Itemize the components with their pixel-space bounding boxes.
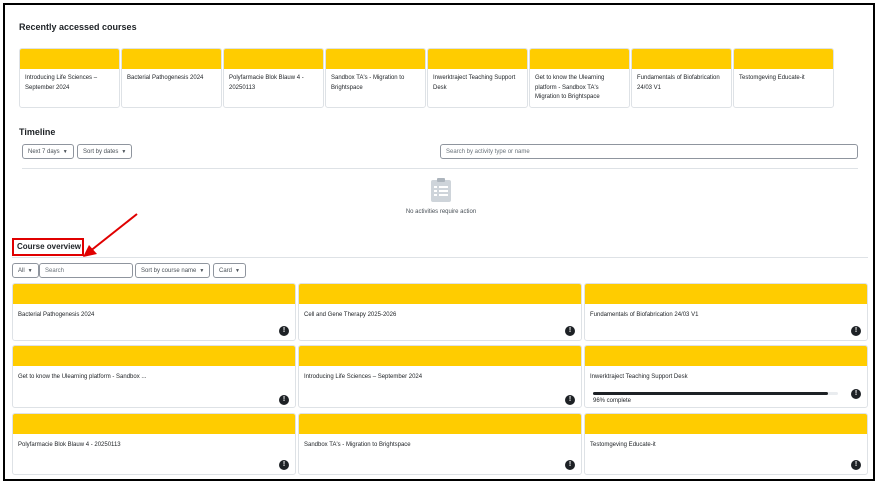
course-actions-icon[interactable]: ! — [851, 389, 861, 399]
recent-course-card[interactable]: Polyfarmacie Blok Blauw 4 - 20250113 — [223, 48, 324, 108]
course-image-band — [428, 49, 527, 69]
course-overview-highlight: Course overview — [12, 238, 84, 256]
course-card-title[interactable]: Sandbox TA's - Migration to Brightspace — [304, 442, 411, 448]
recent-courses-heading: Recently accessed courses — [19, 22, 137, 32]
course-card-title[interactable]: Bacterial Pathogenesis 2024 — [18, 312, 94, 318]
course-image-band — [326, 49, 425, 69]
overview-search-input[interactable]: Search — [39, 263, 133, 278]
timeline-filter-label: Next 7 days — [28, 148, 60, 155]
recent-course-title[interactable]: Inwerktraject Teaching Support Desk — [428, 69, 527, 93]
overview-filter-dropdown[interactable]: All ▼ — [12, 263, 39, 278]
progress-label: 96% complete — [593, 398, 632, 404]
overview-view-dropdown[interactable]: Card ▼ — [213, 263, 246, 278]
timeline-divider — [22, 168, 858, 169]
recent-course-title[interactable]: Sandbox TA's - Migration to Brightspace — [326, 69, 425, 93]
course-actions-icon[interactable]: ! — [279, 395, 289, 405]
course-image-band — [224, 49, 323, 69]
course-card[interactable]: Inwerktraject Teaching Support Desk 96% … — [584, 345, 868, 408]
course-actions-icon[interactable]: ! — [565, 460, 575, 470]
course-actions-icon[interactable]: ! — [279, 326, 289, 336]
course-image-band — [585, 284, 867, 304]
course-image-band — [585, 346, 867, 366]
chevron-down-icon: ▼ — [121, 148, 127, 155]
chevron-down-icon: ▼ — [27, 267, 33, 274]
course-image-band — [632, 49, 731, 69]
recent-course-card[interactable]: Fundamentals of Biofabrication 24/03 V1 — [631, 48, 732, 108]
timeline-sort-label: Sort by dates — [83, 148, 119, 155]
overview-view-label: Card — [219, 267, 233, 274]
timeline-heading: Timeline — [19, 127, 56, 137]
recent-course-title[interactable]: Polyfarmacie Blok Blauw 4 - 20250113 — [224, 69, 323, 93]
timeline-filter-dropdown[interactable]: Next 7 days ▼ — [22, 144, 74, 159]
course-image-band — [299, 284, 581, 304]
chevron-down-icon: ▼ — [235, 267, 240, 274]
course-overview-heading: Course overview — [17, 242, 82, 251]
progress-bar — [593, 392, 838, 395]
recent-course-card[interactable]: Testomgeving Educate-it — [733, 48, 834, 108]
course-card-title[interactable]: Fundamentals of Biofabrication 24/03 V1 — [590, 312, 698, 318]
course-card-title[interactable]: Cell and Gene Therapy 2025-2026 — [304, 312, 396, 318]
recent-course-card[interactable]: Get to know the Ulearning platform - San… — [529, 48, 630, 108]
course-card[interactable]: Testomgeving Educate-it ! — [584, 413, 868, 475]
progress-bar-fill — [593, 392, 829, 395]
recent-course-title[interactable]: Get to know the Ulearning platform - San… — [530, 69, 629, 103]
recent-course-title[interactable]: Fundamentals of Biofabrication 24/03 V1 — [632, 69, 731, 93]
timeline-empty-text: No activities require action — [405, 209, 477, 215]
course-image-band — [13, 414, 295, 434]
course-image-band — [13, 346, 295, 366]
course-image-band — [734, 49, 833, 69]
course-actions-icon[interactable]: ! — [851, 460, 861, 470]
recent-course-card[interactable]: Inwerktraject Teaching Support Desk — [427, 48, 528, 108]
overview-filter-label: All — [18, 267, 25, 274]
course-actions-icon[interactable]: ! — [279, 460, 289, 470]
course-actions-icon[interactable]: ! — [565, 395, 575, 405]
recent-course-card[interactable]: Sandbox TA's - Migration to Brightspace — [325, 48, 426, 108]
course-image-band — [299, 346, 581, 366]
course-card-title[interactable]: Get to know the Ulearning platform - San… — [18, 374, 146, 380]
course-card[interactable]: Get to know the Ulearning platform - San… — [12, 345, 296, 408]
course-card[interactable]: Bacterial Pathogenesis 2024 ! — [12, 283, 296, 341]
dashboard-frame: Recently accessed courses Introducing Li… — [3, 3, 875, 481]
chevron-down-icon: ▼ — [62, 148, 68, 155]
recent-course-title[interactable]: Bacterial Pathogenesis 2024 — [122, 69, 221, 84]
course-image-band — [122, 49, 221, 69]
course-card-title[interactable]: Introducing Life Sciences – September 20… — [304, 374, 422, 380]
timeline-sort-dropdown[interactable]: Sort by dates ▼ — [77, 144, 133, 159]
course-image-band — [299, 414, 581, 434]
overview-sort-dropdown[interactable]: Sort by course name ▼ — [135, 263, 211, 278]
course-image-band — [13, 284, 295, 304]
course-card[interactable]: Polyfarmacie Blok Blauw 4 - 20250113 ! — [12, 413, 296, 475]
course-card[interactable]: Fundamentals of Biofabrication 24/03 V1 … — [584, 283, 868, 341]
chevron-down-icon: ▼ — [199, 267, 205, 274]
course-card-title[interactable]: Testomgeving Educate-it — [590, 442, 656, 448]
recent-course-title[interactable]: Introducing Life Sciences – September 20… — [20, 69, 119, 93]
recent-course-card[interactable]: Bacterial Pathogenesis 2024 — [121, 48, 222, 108]
course-actions-icon[interactable]: ! — [851, 326, 861, 336]
recent-course-card[interactable]: Introducing Life Sciences – September 20… — [19, 48, 120, 108]
clipboard-list-icon — [430, 178, 452, 203]
course-image-band — [530, 49, 629, 69]
course-card[interactable]: Cell and Gene Therapy 2025-2026 ! — [298, 283, 582, 341]
recent-course-title[interactable]: Testomgeving Educate-it — [734, 69, 833, 84]
timeline-search-input[interactable]: Search by activity type or name — [440, 144, 858, 159]
course-image-band — [20, 49, 119, 69]
course-card[interactable]: Sandbox TA's - Migration to Brightspace … — [298, 413, 582, 475]
course-image-band — [585, 414, 867, 434]
course-card-title[interactable]: Inwerktraject Teaching Support Desk — [590, 374, 688, 380]
overview-divider — [12, 257, 868, 258]
course-actions-icon[interactable]: ! — [565, 326, 575, 336]
annotation-arrow — [83, 213, 138, 257]
course-card-title[interactable]: Polyfarmacie Blok Blauw 4 - 20250113 — [18, 442, 121, 448]
course-card[interactable]: Introducing Life Sciences – September 20… — [298, 345, 582, 408]
overview-sort-label: Sort by course name — [141, 267, 197, 274]
